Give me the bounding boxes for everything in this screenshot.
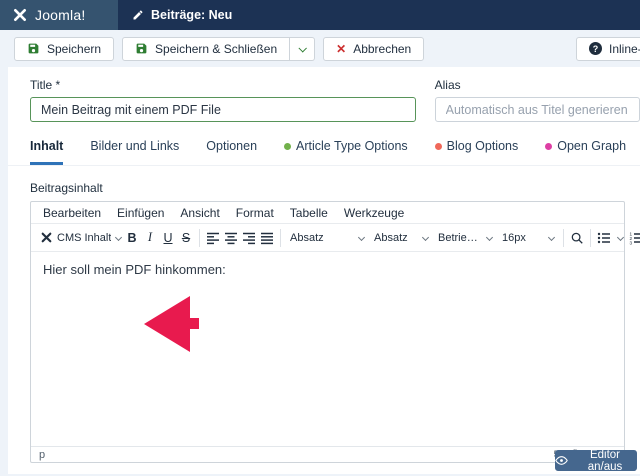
cancel-label: Abbrechen	[353, 42, 411, 56]
title-field-group: Title *	[30, 78, 416, 122]
toolbar-divider	[563, 229, 564, 247]
page-title: Beiträge: Neu	[151, 8, 232, 22]
tinymce-editor: Bearbeiten Einfügen Ansicht Format Tabel…	[30, 201, 625, 463]
menu-bearbeiten[interactable]: Bearbeiten	[36, 204, 108, 222]
save-button[interactable]: Speichern	[14, 37, 114, 61]
chevron-down-icon	[548, 234, 555, 241]
menu-tabelle[interactable]: Tabelle	[283, 204, 335, 222]
page-heading: Beiträge: Neu	[118, 0, 232, 30]
eye-icon	[555, 454, 568, 467]
title-label: Title *	[30, 78, 416, 92]
numbered-list-button[interactable]: 123	[627, 227, 640, 249]
chevron-down-icon	[299, 44, 307, 52]
align-right-button[interactable]	[240, 227, 258, 249]
inline-help-button[interactable]: ? Inline-Hi	[576, 37, 640, 61]
editor-content-area[interactable]: Hier soll mein PDF hinkommen:	[31, 252, 624, 446]
content-panel: Title * Alias Inhalt Bilder und Links Op…	[8, 67, 640, 474]
bullet-list-button[interactable]	[595, 227, 613, 249]
strikethrough-button[interactable]: S	[177, 227, 195, 249]
alias-field-group: Alias	[435, 78, 640, 122]
svg-text:3: 3	[630, 240, 633, 245]
chevron-down-icon	[486, 234, 493, 241]
menu-ansicht[interactable]: Ansicht	[173, 204, 226, 222]
brand-name: Joomla!	[35, 7, 85, 23]
tab-bilder-und-links[interactable]: Bilder und Links	[90, 139, 179, 165]
format-select[interactable]: Absatz	[285, 227, 369, 249]
annotation-arrow-tail	[189, 318, 199, 329]
chevron-down-icon	[115, 234, 122, 241]
align-center-button[interactable]	[222, 227, 240, 249]
save-close-label: Speichern & Schließen	[155, 42, 277, 56]
style-select[interactable]: Absatz	[369, 227, 433, 249]
justify-button[interactable]	[258, 227, 276, 249]
align-left-button[interactable]	[204, 227, 222, 249]
joomla-logo-icon	[12, 7, 28, 23]
title-input[interactable]	[30, 97, 416, 122]
bold-button[interactable]: B	[123, 227, 141, 249]
save-close-button[interactable]: Speichern & Schließen	[122, 37, 290, 61]
chevron-down-icon	[422, 234, 429, 241]
save-options-dropdown-button[interactable]	[290, 37, 315, 61]
close-icon: ✕	[336, 43, 346, 55]
article-tabs: Inhalt Bilder und Links Optionen Article…	[8, 139, 640, 166]
pencil-icon	[132, 9, 144, 21]
action-toolbar: Speichern Speichern & Schließen ✕ Abbrec…	[0, 30, 640, 67]
menu-werkzeuge[interactable]: Werkzeuge	[337, 204, 411, 222]
search-icon[interactable]	[568, 227, 586, 249]
annotation-arrow-icon	[144, 296, 190, 352]
tab-open-graph[interactable]: Open Graph	[545, 139, 626, 165]
editor-menubar: Bearbeiten Einfügen Ansicht Format Tabel…	[31, 202, 624, 224]
title-alias-row: Title * Alias	[8, 67, 640, 122]
save-close-group: Speichern & Schließen	[122, 37, 315, 61]
joomla-logo-icon	[40, 231, 53, 244]
underline-button[interactable]: U	[159, 227, 177, 249]
element-path[interactable]: p	[39, 449, 45, 461]
cancel-button[interactable]: ✕ Abbrechen	[323, 37, 424, 61]
alias-input[interactable]	[435, 97, 640, 122]
editor-toggle-label: Editor an/aus	[573, 449, 637, 473]
question-icon: ?	[589, 42, 602, 55]
editor-toggle-button[interactable]: Editor an/aus	[555, 450, 637, 471]
editor-toolbar: CMS Inhalt B I U S Absatz	[31, 224, 624, 252]
menu-einfuegen[interactable]: Einfügen	[110, 204, 171, 222]
italic-button[interactable]: I	[141, 227, 159, 249]
article-body-text: Hier soll mein PDF hinkommen:	[43, 262, 612, 277]
editor-field-label: Beitragsinhalt	[30, 181, 640, 195]
editor-statusbar: p 5 WÖRTER	[31, 446, 624, 462]
red-dot-icon	[435, 143, 442, 150]
tab-inhalt[interactable]: Inhalt	[30, 139, 63, 165]
font-size-select[interactable]: 16px	[497, 227, 559, 249]
menu-format[interactable]: Format	[229, 204, 281, 222]
alias-label: Alias	[435, 78, 640, 92]
save-label: Speichern	[47, 42, 101, 56]
font-family-select[interactable]: Betriebssyste...	[433, 227, 497, 249]
tab-optionen[interactable]: Optionen	[206, 139, 257, 165]
save-icon	[135, 42, 148, 55]
tab-article-type-options[interactable]: Article Type Options	[284, 139, 408, 165]
chevron-down-icon	[358, 234, 365, 241]
tab-blog-options[interactable]: Blog Options	[435, 139, 519, 165]
admin-header: Joomla! Beiträge: Neu	[0, 0, 640, 30]
toolbar-divider	[280, 229, 281, 247]
toolbar-divider	[590, 229, 591, 247]
help-label: Inline-Hi	[609, 42, 640, 56]
chevron-down-icon[interactable]	[617, 234, 624, 241]
cms-content-button[interactable]: CMS Inhalt	[35, 227, 123, 249]
pink-dot-icon	[545, 143, 552, 150]
save-icon	[27, 42, 40, 55]
toolbar-divider	[199, 229, 200, 247]
joomla-brand[interactable]: Joomla!	[0, 0, 118, 30]
green-dot-icon	[284, 143, 291, 150]
